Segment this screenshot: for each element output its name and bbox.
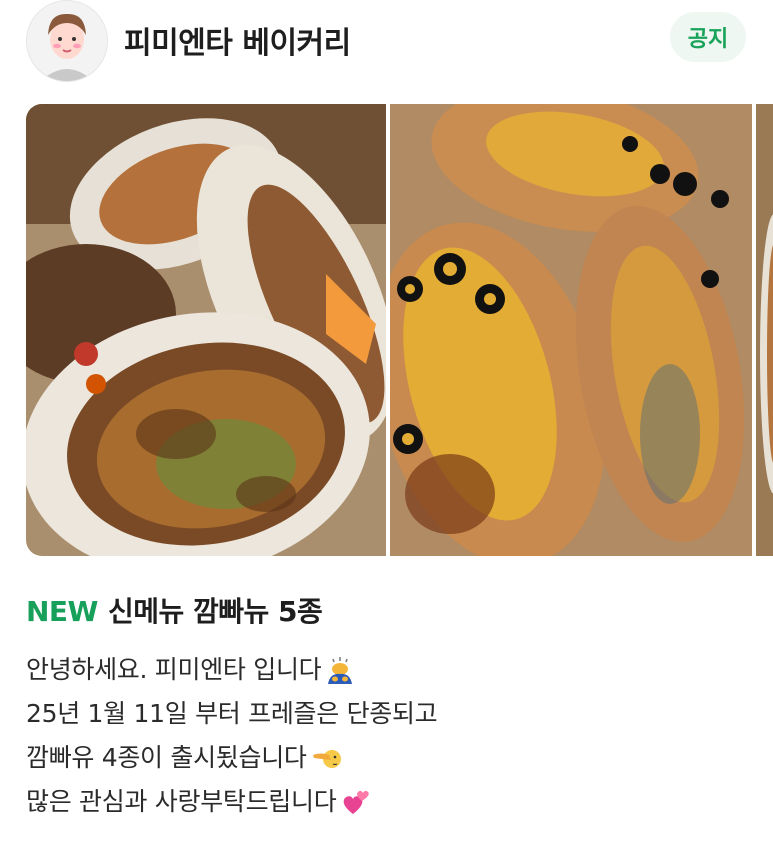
body-line-text: 안녕하세요. 피미엔타 입니다 [26,655,322,684]
photo-gallery[interactable] [26,104,773,556]
body-line-4: 많은 관심과 사랑부탁드립니다 [26,780,746,824]
gallery-photo-3[interactable] [756,104,773,556]
two-hearts-icon [344,790,370,814]
notice-badge[interactable]: 공지 [670,12,746,62]
bowing-person-icon [328,657,353,684]
body-line-1: 안녕하세요. 피미엔타 입니다 [26,648,746,692]
gallery-photo-2[interactable] [390,104,752,556]
store-header: 피미엔타 베이커리 공지 [0,0,773,86]
post-body: 안녕하세요. 피미엔타 입니다 25년 1월 11일 부터 프레즐은 단종되고 … [26,648,746,824]
pointing-finger-icon [312,750,341,768]
gallery-photo-1[interactable] [26,104,386,556]
new-badge: NEW [26,595,98,628]
post-title-text: 신메뉴 깜빠뉴 5종 [107,595,323,628]
bread-photo-icon [26,104,386,556]
post-title[interactable]: NEW 신메뉴 깜빠뉴 5종 [26,590,323,630]
body-line-text: 많은 관심과 사랑부탁드립니다 [26,787,337,816]
body-line-text: 25년 1월 11일 부터 프레즐은 단종되고 [26,699,438,728]
avatar-person-icon [27,1,107,81]
body-line-2: 25년 1월 11일 부터 프레즐은 단종되고 [26,692,746,736]
store-name[interactable]: 피미엔타 베이커리 [124,18,351,62]
body-line-3: 깜빠유 4종이 출시됬습니다 [26,736,746,780]
bread-photo-icon [756,104,773,556]
body-line-text: 깜빠유 4종이 출시됬습니다 [26,743,307,772]
bread-photo-icon [390,104,752,556]
store-avatar[interactable] [26,0,108,82]
